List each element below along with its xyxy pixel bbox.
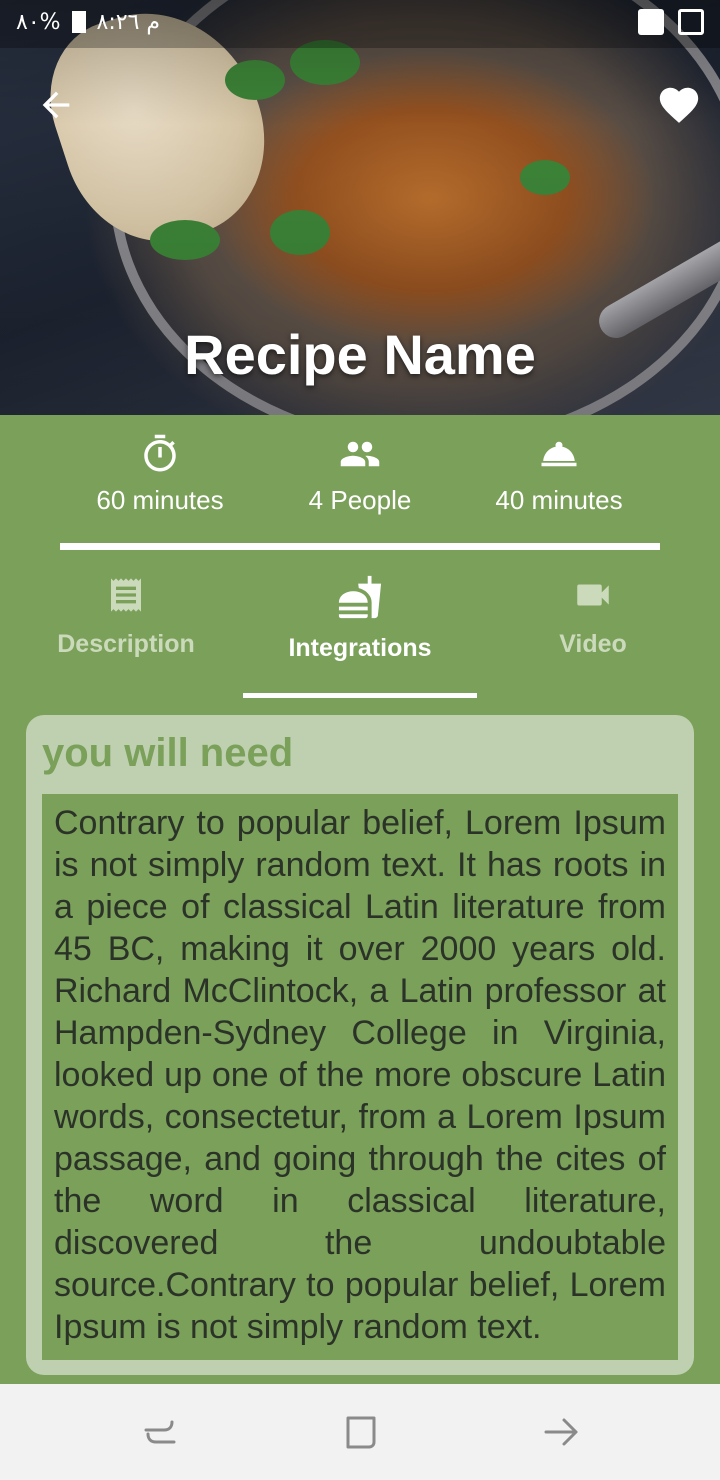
room-service-icon [541, 441, 577, 467]
timer-icon [144, 434, 176, 472]
stats-divider [60, 543, 660, 550]
screen-lock-icon [678, 9, 704, 35]
receipt-icon [111, 578, 141, 612]
videocam-icon [577, 584, 609, 606]
heart-icon [659, 87, 699, 123]
status-time-battery: م ٨:٢٦ %٨٠ [16, 10, 160, 35]
stat-label: 40 minutes [495, 485, 623, 515]
stat-prep-time: 60 minutes [60, 433, 260, 516]
card-title: you will need [42, 731, 294, 775]
forward-arrow-icon [544, 1418, 578, 1446]
ingredients-text-box[interactable]: Contrary to popular belief, Lorem Ipsum … [42, 794, 678, 1360]
tab-label: Video [559, 630, 627, 658]
recipe-title: Recipe Name [184, 323, 536, 386]
battery-icon [71, 11, 86, 33]
system-nav-bar [0, 1384, 720, 1480]
home-icon [346, 1416, 376, 1449]
tab-integrations[interactable]: Integrations [243, 574, 477, 663]
ingredients-card: you will need Contrary to popular belief… [26, 715, 694, 1375]
tab-video[interactable]: Video [476, 574, 710, 659]
tab-label: Integrations [288, 634, 432, 662]
tab-bar: Description Integrations Video [0, 560, 720, 700]
active-tab-indicator [243, 693, 477, 698]
ingredients-text: Contrary to popular belief, Lorem Ipsum … [54, 804, 666, 1346]
favorite-button[interactable] [656, 82, 702, 128]
arrow-left-icon [42, 91, 70, 119]
recents-button[interactable] [140, 1412, 180, 1452]
status-time: م ٨:٢٦ [96, 10, 161, 35]
stat-cook-time: 40 minutes [459, 433, 659, 516]
fastfood-icon [338, 575, 382, 619]
stat-servings: 4 People [260, 433, 460, 516]
stat-label: 60 minutes [96, 485, 224, 515]
home-button[interactable] [340, 1412, 380, 1452]
recents-icon [144, 1420, 176, 1444]
back-button[interactable] [36, 85, 76, 125]
tab-label: Description [57, 630, 195, 658]
status-bar: م ٨:٢٦ %٨٠ [0, 0, 720, 48]
stat-label: 4 People [308, 485, 412, 515]
recipe-stats: 60 minutes 4 People 40 minutes [0, 415, 720, 543]
battery-percent: %٨٠ [16, 10, 61, 35]
tab-description[interactable]: Description [9, 574, 243, 659]
notification-icon [638, 9, 664, 35]
back-nav-button[interactable] [542, 1412, 582, 1452]
status-right-icons [638, 9, 704, 35]
people-icon [340, 441, 380, 467]
